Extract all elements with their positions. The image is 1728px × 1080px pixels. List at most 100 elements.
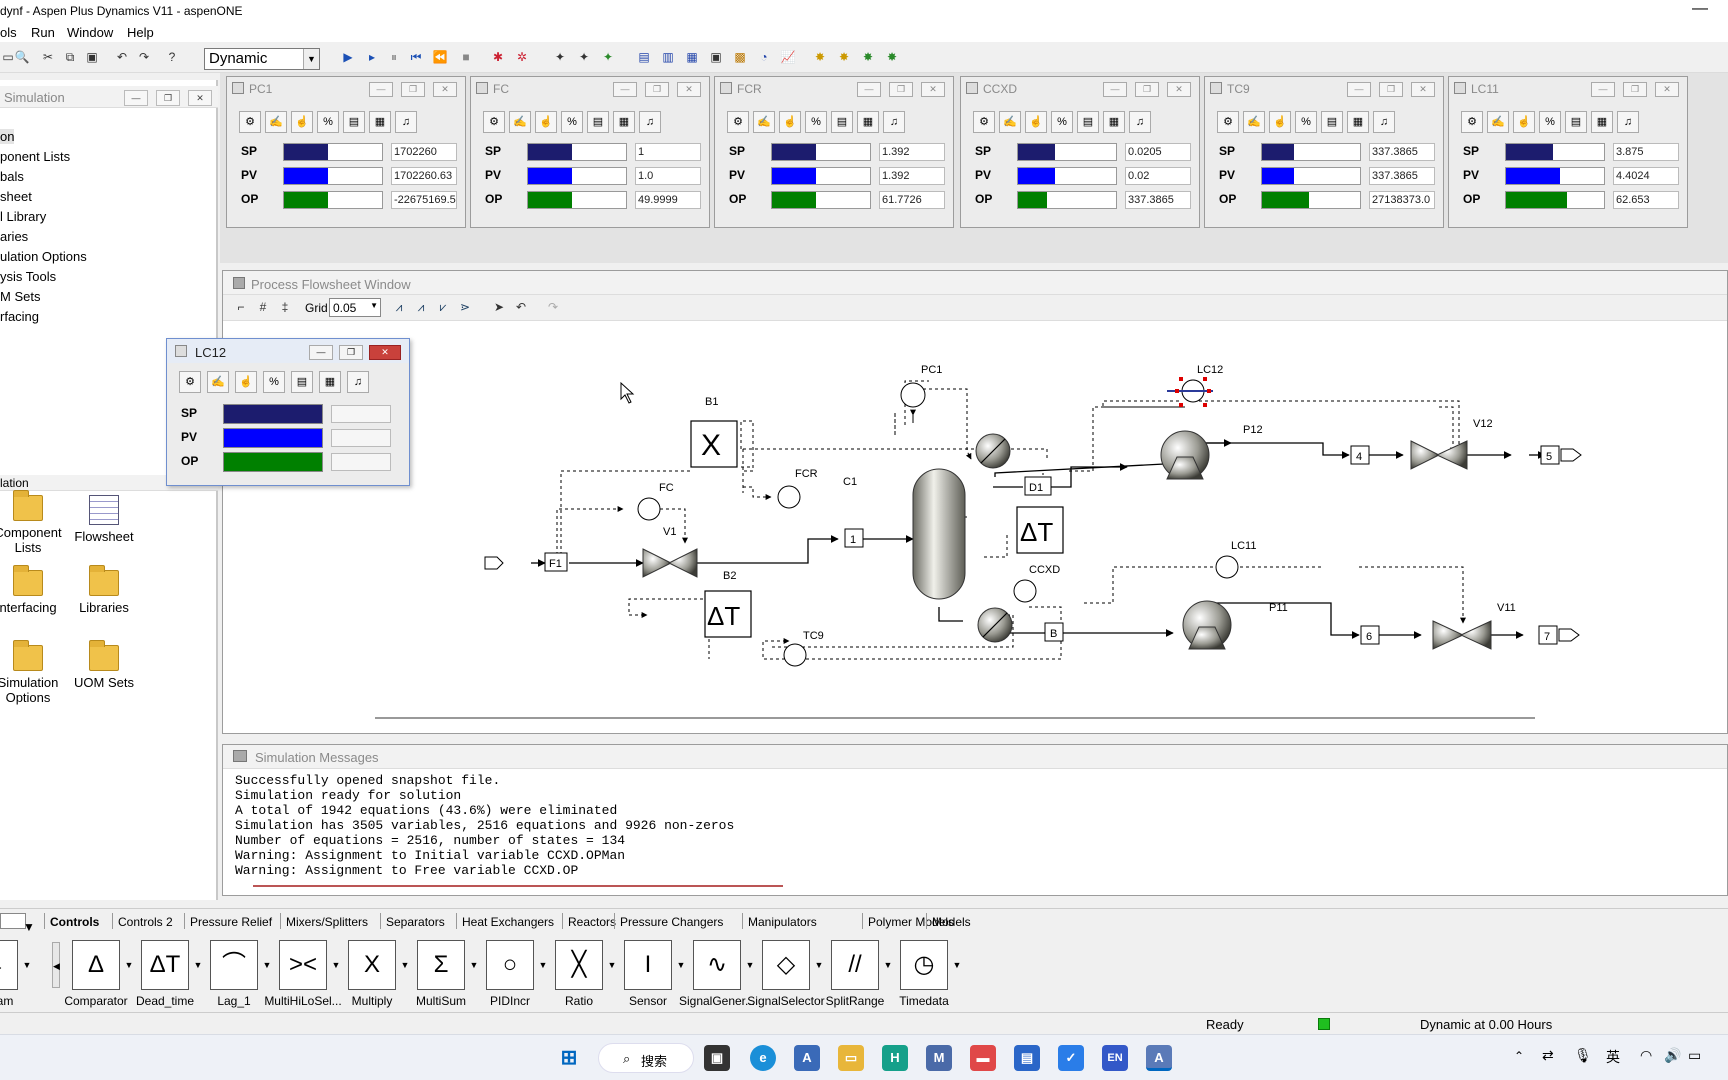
faceplate-tool-icon-3[interactable]: ☝	[779, 111, 801, 133]
faceplate-fc[interactable]: FC — ❐ ✕ ⚙ ✍ ☝% ▤ ▦ ♫ SP 1 PV 1.0 OP 49.9999	[470, 76, 710, 228]
tray-network-switch-icon[interactable]: ⇄	[1542, 1047, 1554, 1064]
chevron-down-icon[interactable]: ▼	[467, 940, 481, 990]
faceplate-tool-icon-1[interactable]: ⚙	[239, 111, 261, 133]
contents-item[interactable]: Component Lists	[0, 490, 68, 555]
faceplate-tool-icon-2[interactable]: ✍	[1487, 111, 1509, 133]
faceplate-tool-icon-6[interactable]: ▦	[613, 111, 635, 133]
tool-icon-8[interactable]: ▩	[732, 49, 748, 65]
sp-bar[interactable]	[1017, 143, 1117, 161]
faceplate-tool-icon-5[interactable]: ▤	[291, 371, 313, 393]
restore-icon[interactable]: ❐	[645, 82, 669, 97]
faceplate-lc11[interactable]: LC11 — ❐ ✕ ⚙ ✍ ☝% ▤ ▦ ♫ SP 3.875 PV 4.4024 OP 6…	[1448, 76, 1688, 228]
library-item-5[interactable]: X	[348, 940, 396, 990]
controller-ccxd[interactable]	[1013, 579, 1037, 603]
tool-icon-9[interactable]: ◔	[756, 49, 772, 65]
tool-icon-3[interactable]: ✦	[600, 49, 616, 65]
sp-value-field[interactable]: 1702260	[391, 143, 457, 161]
controller-fcr[interactable]	[777, 485, 801, 509]
pv-value-field[interactable]: 337.3865	[1369, 167, 1435, 185]
stop-icon[interactable]: ■	[458, 49, 474, 65]
library-tab[interactable]: Controls	[50, 915, 99, 929]
product-arrow-icon[interactable]	[1560, 448, 1582, 462]
tree-item[interactable]: sheet	[0, 189, 32, 204]
close-icon[interactable]: ✕	[1167, 82, 1191, 97]
faceplate-tc9[interactable]: TC9 — ❐ ✕ ⚙ ✍ ☝% ▤ ▦ ♫ SP 337.3865 PV 337.3865 …	[1204, 76, 1444, 228]
app-m-icon[interactable]: M	[926, 1045, 952, 1071]
library-tab[interactable]: Controls 2	[118, 915, 173, 929]
chevron-down-icon[interactable]: ▼	[191, 940, 205, 990]
chevron-down-icon[interactable]: ▼	[812, 940, 826, 990]
store-icon[interactable]: ▤	[1014, 1045, 1040, 1071]
pv-value-field[interactable]: 1702260.63	[391, 167, 457, 185]
chevron-down-icon[interactable]: ▼	[260, 940, 274, 990]
faceplate-tool-icon-7[interactable]: ♫	[1617, 111, 1639, 133]
close-icon[interactable]: ✕	[369, 345, 401, 360]
contents-item[interactable]: Libraries	[64, 565, 144, 615]
valve-v12[interactable]	[1410, 440, 1468, 470]
controller-pc1[interactable]	[900, 382, 926, 408]
sp-bar[interactable]	[771, 143, 871, 161]
op-value-field[interactable]: -22675169.5	[391, 191, 457, 209]
pump-p12[interactable]	[1160, 430, 1210, 480]
menu-tools[interactable]: ols	[0, 25, 17, 40]
task-view-icon[interactable]: ▣	[704, 1045, 730, 1071]
library-item-8[interactable]: ╳	[555, 940, 603, 990]
tree-item[interactable]: on	[0, 129, 15, 144]
menu-help[interactable]: Help	[127, 25, 154, 40]
messages-scrollbar[interactable]	[253, 885, 783, 887]
faceplate-tool-icon-6[interactable]: ▦	[1591, 111, 1613, 133]
initialize-icon[interactable]: ✲	[514, 49, 530, 65]
pv-value-field[interactable]: 4.4024	[1613, 167, 1679, 185]
sp-bar[interactable]	[1261, 143, 1361, 161]
controller-tc9[interactable]	[783, 643, 807, 667]
volume-icon[interactable]: 🔊	[1664, 1047, 1681, 1064]
library-tab[interactable]: Pressure Changers	[620, 915, 723, 929]
faceplate-tool-icon-4[interactable]: %	[1539, 111, 1561, 133]
chevron-down-icon[interactable]: ▼	[881, 940, 895, 990]
grid-icon[interactable]: #	[255, 299, 271, 315]
faceplate-tool-icon-4[interactable]: %	[805, 111, 827, 133]
pv-bar[interactable]	[771, 167, 871, 185]
undo-icon[interactable]: ↶	[114, 49, 130, 65]
faceplate-tool-icon-5[interactable]: ▤	[343, 111, 365, 133]
faceplate-lc12[interactable]: LC12 — ❐ ✕ ⚙ ✍ ☝% ▤ ▦ ♫ SP PV OP	[166, 338, 410, 486]
chevron-down-icon[interactable]: ▼	[950, 940, 964, 990]
faceplate-tool-icon-4[interactable]: %	[263, 371, 285, 393]
faceplate-tool-icon-2[interactable]: ✍	[265, 111, 287, 133]
library-item-0[interactable]: →	[0, 940, 18, 990]
rotate-icon-1[interactable]: ⩘	[391, 299, 407, 315]
controller-fc[interactable]	[637, 497, 661, 521]
aspen-icon[interactable]: A	[794, 1045, 820, 1071]
faceplate-tool-icon-7[interactable]: ♫	[1373, 111, 1395, 133]
align-icon[interactable]: ⌐	[233, 299, 249, 315]
restore-icon[interactable]: ❐	[1623, 82, 1647, 97]
aspen-dynamics-icon[interactable]: A	[1146, 1045, 1172, 1071]
battery-icon[interactable]: ▭	[1688, 1047, 1701, 1064]
cut-icon[interactable]: ✂	[40, 49, 56, 65]
pv-bar[interactable]	[283, 167, 383, 185]
tree-item[interactable]: l Library	[0, 209, 46, 224]
faceplate-tool-icon-1[interactable]: ⚙	[179, 371, 201, 393]
tree-item[interactable]: ponent Lists	[0, 149, 70, 164]
pointer-icon[interactable]: ➤	[491, 299, 507, 315]
contents-item[interactable]: nterfacing	[0, 565, 68, 615]
restore-icon[interactable]: ❐	[889, 82, 913, 97]
library-item-13[interactable]: ◷	[900, 940, 948, 990]
faceplate-tool-icon-7[interactable]: ♫	[347, 371, 369, 393]
restore-icon[interactable]: ❐	[401, 82, 425, 97]
rotate-icon-2[interactable]: ⩘	[413, 299, 429, 315]
library-tab[interactable]: Models	[932, 915, 971, 929]
op-bar[interactable]	[1505, 191, 1605, 209]
library-item-6[interactable]: Σ	[417, 940, 465, 990]
faceplate-tool-icon-5[interactable]: ▤	[1077, 111, 1099, 133]
app-en-icon[interactable]: EN	[1102, 1045, 1128, 1071]
chevron-down-icon[interactable]: ▼	[536, 940, 550, 990]
faceplate-tool-icon-3[interactable]: ☝	[1025, 111, 1047, 133]
copy-icon[interactable]: ⧉	[62, 49, 78, 65]
faceplate-tool-icon-3[interactable]: ☝	[235, 371, 257, 393]
pv-value-field[interactable]: 1.0	[635, 167, 701, 185]
run-mode-select[interactable]: Dynamic ▼	[204, 48, 320, 70]
chevron-down-icon[interactable]: ▼	[122, 940, 136, 990]
library-select[interactable]: ▼	[0, 913, 35, 934]
library-tab[interactable]: Heat Exchangers	[462, 915, 554, 929]
